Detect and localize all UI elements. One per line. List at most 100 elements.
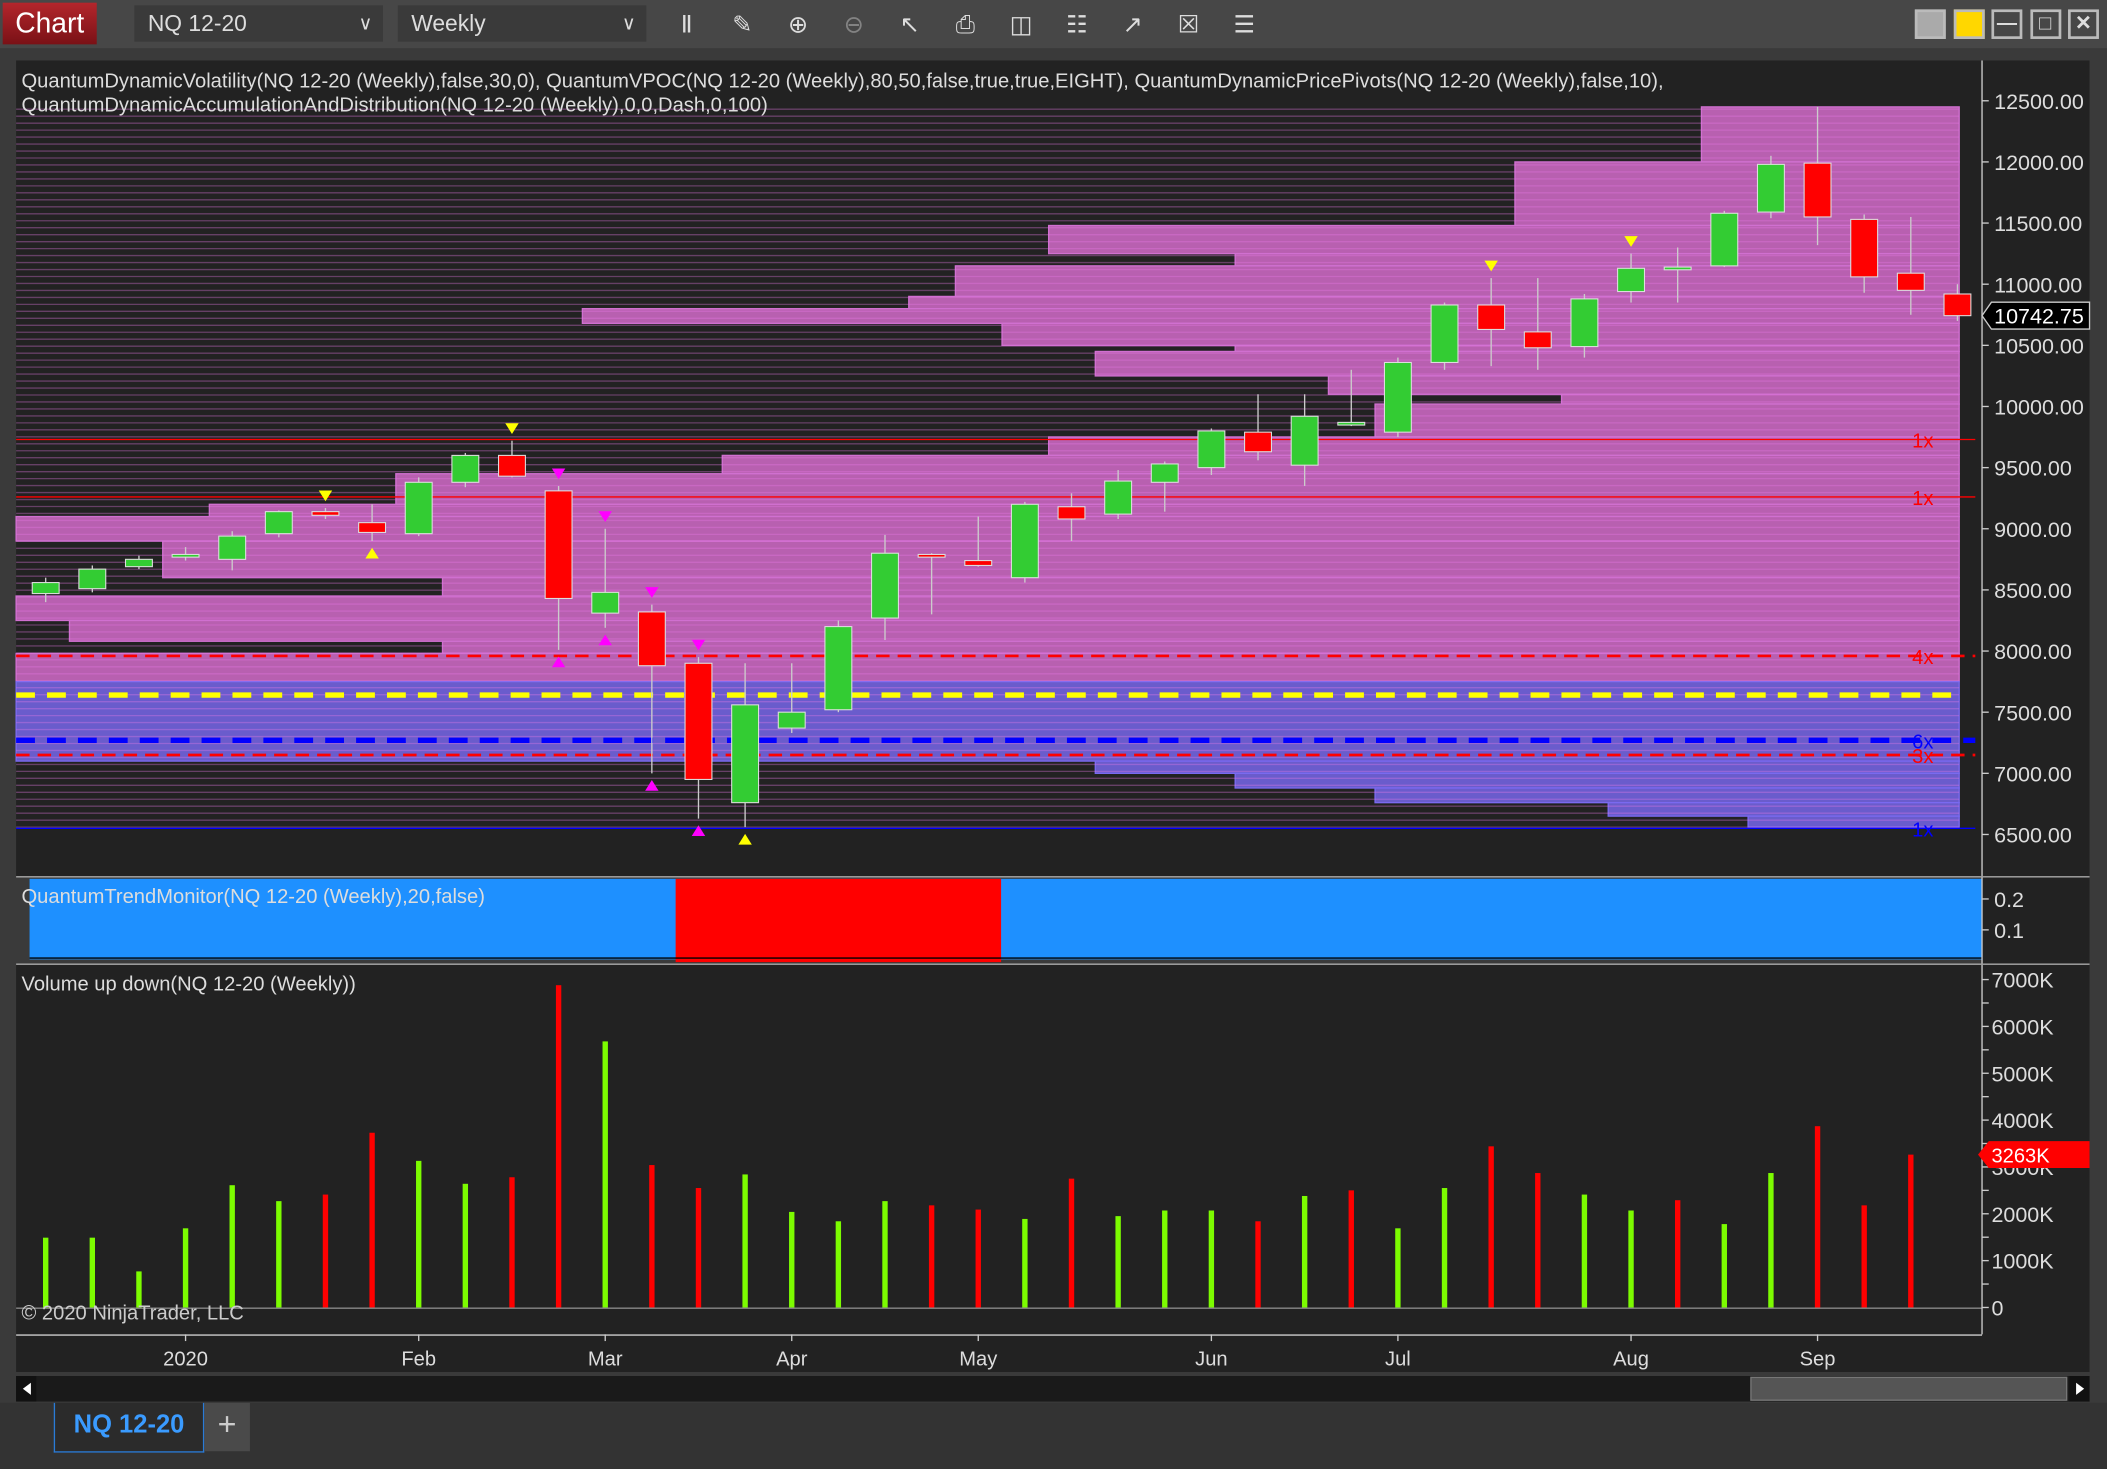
volume-bar [1208, 1210, 1215, 1308]
volume-bar [1255, 1221, 1261, 1308]
indicator-list-label: QuantumDynamicVolatility(NQ 12-20 (Weekl… [22, 70, 1664, 92]
candle-body [964, 560, 993, 566]
volume-profile-row-low [1607, 802, 1960, 817]
volume-bar [1768, 1173, 1774, 1308]
y-tick-label: 11000.00 [1994, 273, 2082, 297]
x-tick-label: Jul [1385, 1348, 1411, 1370]
y-tick-label: 0 [1991, 1297, 2003, 1321]
last-price-label: 10742.75 [1994, 305, 2084, 329]
trend-monitor-label: QuantumTrendMonitor(NQ 12-20 (Weekly),20… [22, 886, 485, 908]
candle-body [1244, 431, 1272, 453]
candle-body [777, 711, 806, 729]
candle [1430, 302, 1459, 370]
candle-body [171, 553, 200, 558]
candle-body [1756, 163, 1785, 213]
volume-profile-row [1700, 106, 1960, 163]
volume-profile-row [162, 540, 1960, 579]
volume-bar [1674, 1200, 1681, 1308]
x-axis-area [16, 1334, 1983, 1372]
candle-body [1197, 430, 1226, 469]
candle-body [731, 704, 760, 804]
volume-bar [462, 1183, 469, 1308]
candle-body [1477, 304, 1506, 330]
volume-bar [555, 985, 562, 1308]
candle-body [358, 522, 387, 533]
candle-body [451, 454, 480, 483]
y-tick-label: 0.2 [1994, 888, 2024, 912]
y-tick-label: 8500.00 [1994, 579, 2072, 603]
volume-bar [1861, 1205, 1867, 1308]
candle-body [1010, 503, 1039, 579]
price-level-label: 4x [1912, 647, 1933, 669]
x-tick-label: May [959, 1348, 998, 1370]
volume-bar [1908, 1154, 1914, 1308]
candle-body [497, 454, 526, 477]
tab-nq-12-20[interactable]: NQ 12-20 [53, 1402, 205, 1453]
y-tick-label: 12000.00 [1994, 151, 2084, 175]
candle [1383, 357, 1412, 438]
candle-body [218, 535, 247, 560]
volume-bar [43, 1237, 49, 1308]
x-tick-label: Aug [1613, 1348, 1649, 1370]
volume-bar [1535, 1173, 1541, 1308]
volume-bar [882, 1201, 888, 1308]
volume-bar [928, 1205, 935, 1308]
volume-profile-row [1094, 350, 1960, 377]
candle-body [1896, 272, 1925, 291]
candle [78, 565, 107, 593]
trend-monitor-down [675, 878, 1002, 963]
x-tick-label: Sep [1800, 1348, 1836, 1370]
volume-profile-row [1047, 224, 1960, 255]
y-tick-label: 10500.00 [1994, 334, 2084, 358]
y-tick-label: 8000.00 [1994, 640, 2072, 664]
volume-bar [322, 1194, 329, 1308]
volume-profile-row [68, 619, 1960, 642]
volume-profile-row [441, 577, 1960, 597]
y-tick-label: 5000K [1991, 1062, 2054, 1086]
candle [264, 510, 293, 538]
y-tick-label: 12500.00 [1994, 90, 2084, 114]
candle-body [1523, 331, 1552, 349]
y-tick-label: 10000.00 [1994, 396, 2084, 420]
candle-body [824, 626, 853, 711]
y-tick-label: 1000K [1991, 1250, 2054, 1274]
volume-bar [1628, 1210, 1634, 1308]
volume-bar [1814, 1126, 1821, 1308]
volume-bar [1022, 1218, 1028, 1308]
volume-bar [789, 1211, 795, 1308]
candle-body [1663, 266, 1692, 271]
volume-bar [1348, 1190, 1354, 1308]
y-tick-label: 6500.00 [1994, 824, 2072, 848]
volume-profile-row-low [1374, 787, 1960, 804]
candle-body [404, 481, 433, 535]
price-level-label: 1x [1912, 431, 1933, 453]
add-tab-button[interactable]: + [204, 1402, 250, 1452]
chart-area[interactable]: 1x1x4x6x3x1x12500.0012000.0011500.001100… [0, 0, 2107, 1403]
candle-body [1150, 463, 1179, 483]
volume-bar [975, 1209, 981, 1308]
candle-body [1570, 298, 1599, 348]
candle [451, 452, 480, 488]
volume-bar [1721, 1224, 1727, 1308]
scrollbar-thumb[interactable] [1750, 1376, 2068, 1401]
candle [824, 620, 853, 713]
horizontal-scrollbar[interactable] [16, 1376, 2090, 1402]
candle-body [78, 568, 107, 590]
volume-bar [1581, 1194, 1588, 1308]
candle-body [871, 552, 899, 619]
candle-body [917, 553, 946, 558]
ninjatrader-chart-window: Chart NQ 12-20 ∨ Weekly ∨ Ⅱ ✎ ⊕ ⊖ ↖ ⎙ ◫ ☷ ↗ ☒ ☰ — □ ✕ … [0, 0, 2107, 1469]
volume-bar [182, 1228, 189, 1308]
volume-bar [369, 1132, 375, 1308]
last-volume-label: 3263K [1991, 1146, 2050, 1168]
volume-label: Volume up down(NQ 12-20 (Weekly)) [22, 973, 356, 995]
y-tick-label: 0.1 [1994, 919, 2024, 943]
volume-profile-row [441, 640, 1960, 655]
volume-bar [1395, 1228, 1401, 1308]
volume-bar [229, 1185, 235, 1308]
x-tick-label: 2020 [163, 1348, 208, 1370]
y-tick-label: 11500.00 [1994, 212, 2082, 236]
candle-body [1710, 212, 1739, 267]
candle [1710, 210, 1739, 268]
volume-bar [1162, 1210, 1168, 1308]
